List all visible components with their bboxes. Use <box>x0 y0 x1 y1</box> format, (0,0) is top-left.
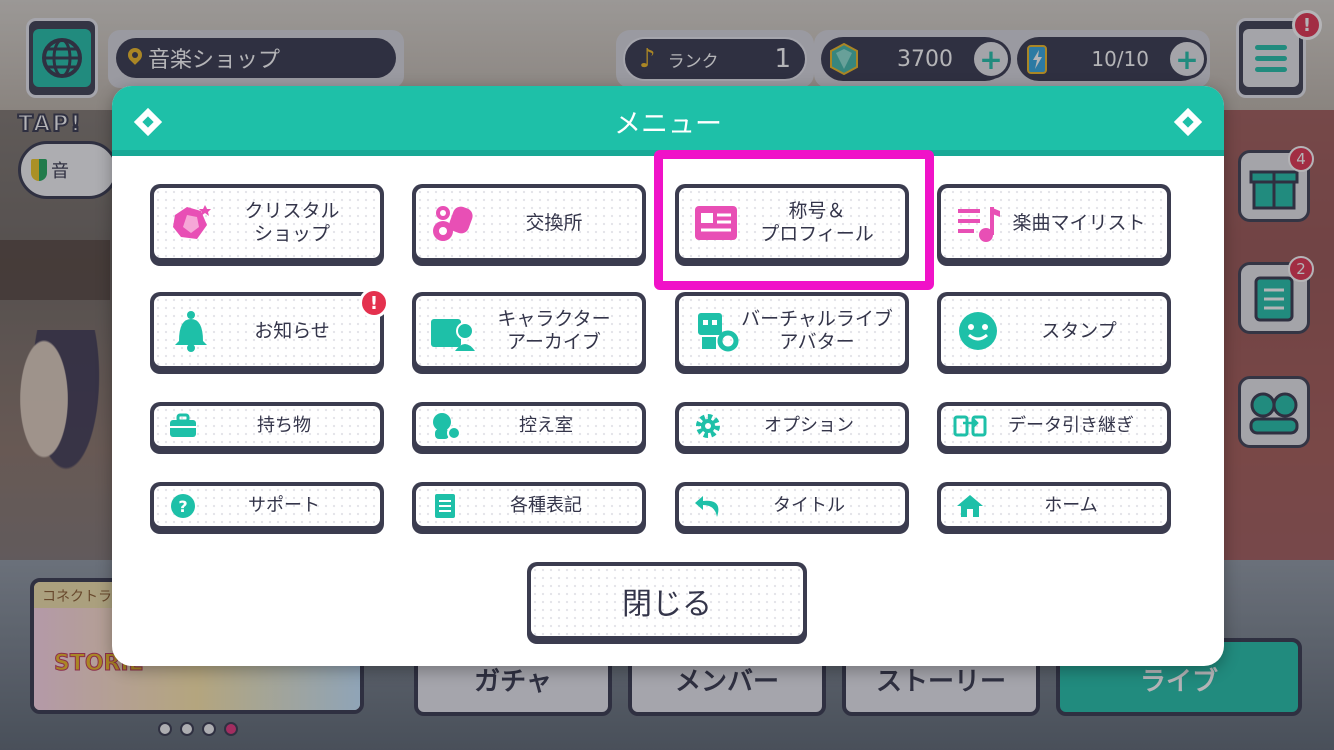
menu-item-label: 控え室 <box>519 415 573 437</box>
bell-icon <box>166 309 216 353</box>
data-transfer-icon <box>953 413 987 439</box>
menu-dialog-title: メニュー <box>614 108 722 140</box>
menu-item-waiting-room[interactable]: 控え室 <box>412 402 646 454</box>
waiting-room-icon <box>428 411 462 441</box>
diamond-ornament-icon <box>1173 107 1203 137</box>
home-icon <box>953 493 987 519</box>
exchange-icon <box>428 201 478 245</box>
menu-item-virtual-live-avatar[interactable]: バーチャルライブ アバター <box>675 292 909 374</box>
menu-item-exchange[interactable]: 交換所 <box>412 184 646 266</box>
music-list-icon <box>953 201 1003 245</box>
menu-item-label: データ引き継ぎ <box>1008 415 1134 437</box>
menu-item-label: お知らせ <box>254 319 330 342</box>
menu-item-label: オプション <box>764 415 854 437</box>
menu-item-label: 持ち物 <box>257 415 311 437</box>
menu-item-notifications[interactable]: お知らせ <box>150 292 384 374</box>
bag-icon <box>166 413 200 439</box>
menu-item-options[interactable]: オプション <box>675 402 909 454</box>
highlight-box <box>654 150 934 290</box>
avatar-icon <box>691 309 741 353</box>
smiley-stamp-icon <box>953 309 1003 353</box>
menu-item-label: スタンプ <box>1041 319 1117 342</box>
gear-icon <box>691 412 725 440</box>
menu-item-legal[interactable]: 各種表記 <box>412 482 646 534</box>
svg-text:?: ? <box>178 497 187 516</box>
menu-item-stamp[interactable]: スタンプ <box>937 292 1171 374</box>
menu-item-crystal-shop[interactable]: クリスタル ショップ <box>150 184 384 266</box>
menu-dialog-header: メニュー <box>112 86 1224 156</box>
close-button[interactable]: 閉じる <box>527 562 807 644</box>
menu-item-label: バーチャルライブ アバター <box>741 308 893 353</box>
menu-item-label: キャラクター アーカイブ <box>497 308 611 353</box>
menu-item-data-transfer[interactable]: データ引き継ぎ <box>937 402 1171 454</box>
crystal-shop-icon <box>166 201 216 245</box>
document-icon <box>428 492 462 520</box>
character-archive-icon <box>428 309 478 353</box>
notification-alert-badge: ! <box>359 288 389 318</box>
menu-item-label: ホーム <box>1044 495 1098 517</box>
menu-item-label: 交換所 <box>525 211 583 234</box>
menu-item-label: 各種表記 <box>510 495 582 517</box>
menu-item-label: クリスタル ショップ <box>244 200 340 245</box>
menu-item-character-archive[interactable]: キャラクター アーカイブ <box>412 292 646 374</box>
close-button-label: 閉じる <box>531 566 803 636</box>
menu-item-music-mylist[interactable]: 楽曲マイリスト <box>937 184 1171 266</box>
menu-item-support[interactable]: ? サポート <box>150 482 384 534</box>
menu-item-title-screen[interactable]: タイトル <box>675 482 909 534</box>
menu-item-inventory[interactable]: 持ち物 <box>150 402 384 454</box>
help-icon: ? <box>166 492 200 520</box>
menu-item-label: 楽曲マイリスト <box>1012 211 1146 234</box>
return-arrow-icon <box>691 493 725 519</box>
menu-item-home[interactable]: ホーム <box>937 482 1171 534</box>
diamond-ornament-icon <box>133 107 163 137</box>
menu-item-label: サポート <box>248 495 320 517</box>
menu-item-label: タイトル <box>773 495 845 517</box>
